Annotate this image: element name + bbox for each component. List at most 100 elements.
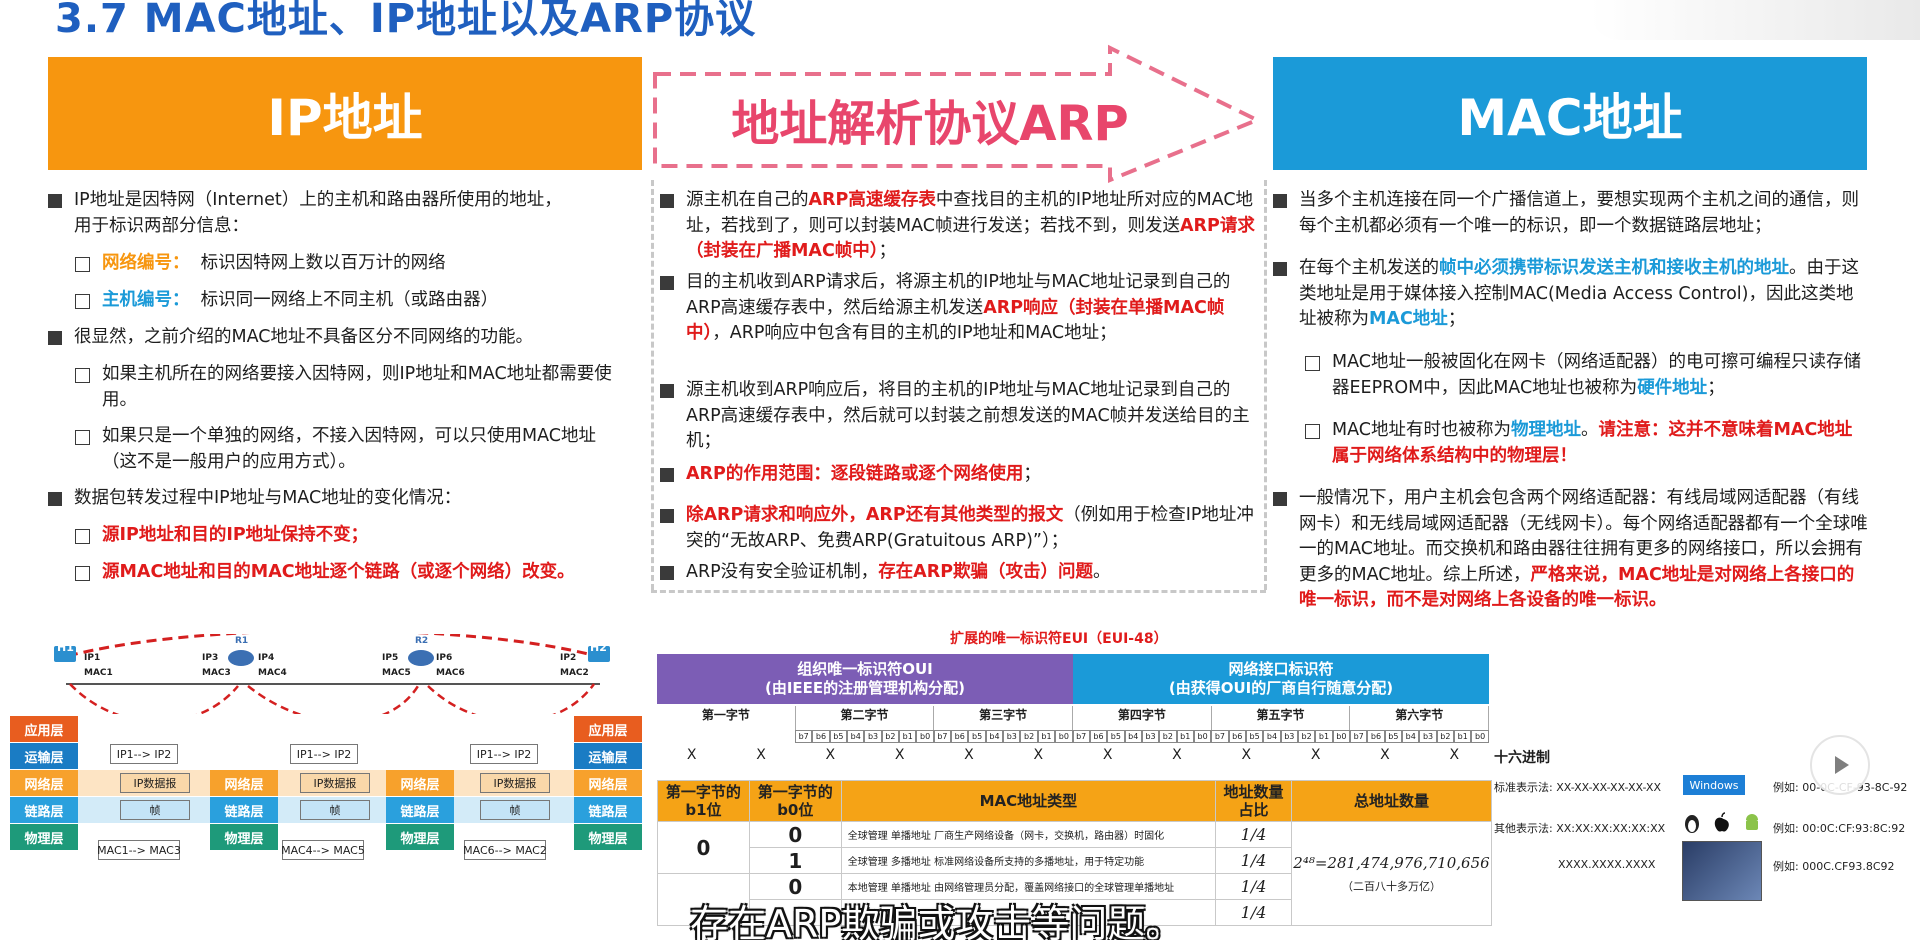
checkbox-icon [75,430,90,445]
ip-sub-host-number: 主机编号： 标识同一网络上不同主机（或路由器） [75,288,635,314]
bit-label: b2 [1297,730,1316,743]
bit-label: b0 [1055,730,1073,743]
ip-flow-label-3: IP1--> IP2 [470,744,538,764]
mac-address-header: MAC地址 [1273,57,1867,170]
hex-label: 十六进制 [1494,750,1550,766]
bit-labels: b7 b6 b5 b4 b3 b2 b1 b0 b7 b6 b5 b4 b3 b2 b1 b0 b7 b6 b5 b4… [795,730,1489,743]
square-bullet-icon [660,276,674,290]
bit-label: b4 [985,730,1004,743]
header-type: MAC地址类型 [840,780,1217,822]
port-label-ip3: IP3 MAC3 [202,653,231,678]
mac-sub-1-a: MAC地址一般被固化在网卡（网络适配器）的电可擦可编程只读存储器EEPROM中，… [1332,352,1861,398]
apple-icon [1714,812,1729,832]
mac-bullet-1-text: 当多个主机连接在同一个广播信道上，要想实现两个主机之间的通信，则每个主机都必须有… [1299,190,1859,236]
ip-sub-mac-only: 如果只是一个单独的网络，不接入因特网，可以只使用MAC地址（这不是一般用户的应用… [75,424,630,475]
layer-physical: 物理层 [210,824,278,850]
divider-bottom [651,590,1266,593]
frame-3: 帧 [480,800,550,820]
layer-application: 应用层 [10,716,78,742]
checkbox-icon [75,257,90,272]
host-number-text: 标识同一网络上不同主机（或路由器） [200,290,499,310]
arp-header-label: 地址解析协议ARP [731,96,1129,152]
square-bullet-icon [1273,194,1287,208]
layer-network: 网络层 [386,770,454,796]
bit-label: b5 [968,730,986,743]
h2-label: H2 [590,641,607,654]
bit-label: b7 [1072,730,1090,743]
mac-flow-label-3: MAC6--> MAC2 [463,840,547,860]
layer-application: 应用层 [574,716,642,742]
arp-step-3: 源主机收到ARP响应后，将目的主机的IP地址与MAC地址记录到自己的ARP高速缓… [660,378,1260,455]
mac-flow-label-1: MAC1--> MAC3 [97,840,181,860]
byte-4: 第四字节 [1073,706,1212,730]
oui-header: 组织唯一标识符OUI (由IEEE的注册管理机构分配) [657,654,1073,704]
frame-2: 帧 [300,800,370,820]
arp-security: ARP没有安全验证机制，存在ARP欺骗（攻击）问题。 [660,560,1260,586]
ip-packet-3: IP数据报 [480,773,550,793]
arp-scope-text: ARP的作用范围：逐段链路或逐个网络使用 [686,464,1024,484]
layer-physical: 物理层 [574,824,642,850]
layer-link: 链路层 [574,797,642,823]
play-icon [1835,756,1849,774]
ip-bullet-1-line-a: IP地址是因特网（Internet）上的主机和路由器所使用的地址， [74,190,562,210]
layer-network: 网络层 [10,770,78,796]
bit-label: b6 [1228,730,1246,743]
hex-digit-x: X [1310,747,1321,763]
arp-step-2: 目的主机收到ARP请求后，将源主机的IP地址与MAC地址记录到自己的ARP高速缓… [660,270,1260,347]
r2-label: R2 [415,636,429,646]
arp-spoofing-text: 存在ARP欺骗（攻击）问题 [878,562,1094,582]
video-subtitle: 存在ARP欺骗或攻击等问题。 [690,902,1184,940]
host-number-label: 主机编号： [102,290,190,310]
ip-bullet-1: IP地址是因特网（Internet）上的主机和路由器所使用的地址， 用于标识两部分… [48,188,638,239]
bit-label: b6 [1367,730,1385,743]
layer-link: 链路层 [10,797,78,823]
hex-digit-x: X [1380,747,1390,763]
square-bullet-icon [660,384,674,398]
layer-stack-h1: 应用层 运输层 网络层 链路层 物理层 [10,716,78,850]
arp-step-1: 源主机在自己的ARP高速缓存表中查找目的主机的IP地址所对应的MAC地址，若找到… [660,188,1260,265]
cisco-screenshot-thumbnail [1682,841,1762,901]
hex-digit-x: X [1102,747,1113,763]
ip-unchanged-text: 源IP地址和目的IP地址保持不变； [102,525,369,545]
bit-label: b0 [1332,730,1350,743]
port-label-ip6: IP6 MAC6 [436,653,465,678]
square-bullet-icon [48,331,62,345]
b0-value: 0 [748,821,842,848]
header-b1: 第一字节的b1位 [657,780,750,822]
bit-label: b7 [1350,730,1368,743]
port-label-ip2: IP2 MAC2 [560,653,589,678]
nic-title: 网络接口标识符 [1228,660,1334,678]
mac-bullet-3: 一般情况下，用户主机会包含两个网络适配器：有线局域网适配器（有线网卡）和无线局域… [1273,486,1868,614]
hardware-address-term: 硬件地址 [1637,377,1708,398]
forwarding-path-diagram [54,634,610,714]
type-desc: 全球管理 单播地址 厂商生产网络设备（网卡，交换机，路由器）时固化 [840,821,1217,848]
bit-label: b1 [1037,730,1056,743]
square-bullet-icon [660,566,674,580]
arp-step-3-text: 源主机收到ARP响应后，将目的主机的IP地址与MAC地址记录到自己的ARP高速缓… [686,380,1250,451]
b1-value: 0 [657,821,750,874]
ip-sub-both-needed: 如果主机所在的网络要接入因特网，则IP地址和MAC地址都需要使用。 [75,362,630,413]
header-b0: 第一字节的b0位 [748,780,842,822]
mac-sub-1-c: ； [1707,377,1725,398]
hex-digits-row: XXXXXXXXXXXX [657,747,1489,767]
example-other: 例如: 00:0C:CF:93:8C:92 [1773,822,1906,835]
mac-bullet-2-e: ； [1447,309,1466,329]
checkbox-icon [75,294,90,309]
network-number-label: 网络编号： [102,253,190,273]
bit-label: b3 [864,730,882,743]
bit-label: b1 [1315,730,1333,743]
hex-digit-x: X [894,747,905,763]
ip-address-header: IP地址 [48,57,642,170]
android-icon [1746,814,1758,830]
arp-other-messages: 除ARP请求和响应外，ARP还有其他类型的报文（例如用于检查IP地址冲突的“无故… [660,503,1260,554]
mac-sub-hardware-address: MAC地址一般被固化在网卡（网络适配器）的电可擦可编程只读存储器EEPROM中，… [1305,350,1865,401]
port-label-ip1: IP1 MAC1 [84,653,113,678]
play-button[interactable] [1810,735,1870,795]
bit-label: b1 [899,730,917,743]
hex-digit-x: X [686,747,697,763]
square-bullet-icon [660,509,674,523]
square-bullet-icon [48,194,62,208]
bit-label: b5 [1245,730,1264,743]
layer-stack-r1: 网络层 链路层 物理层 [210,770,278,850]
standard-format: 标准表示法: XX-XX-XX-XX-XX-XX [1494,781,1661,794]
